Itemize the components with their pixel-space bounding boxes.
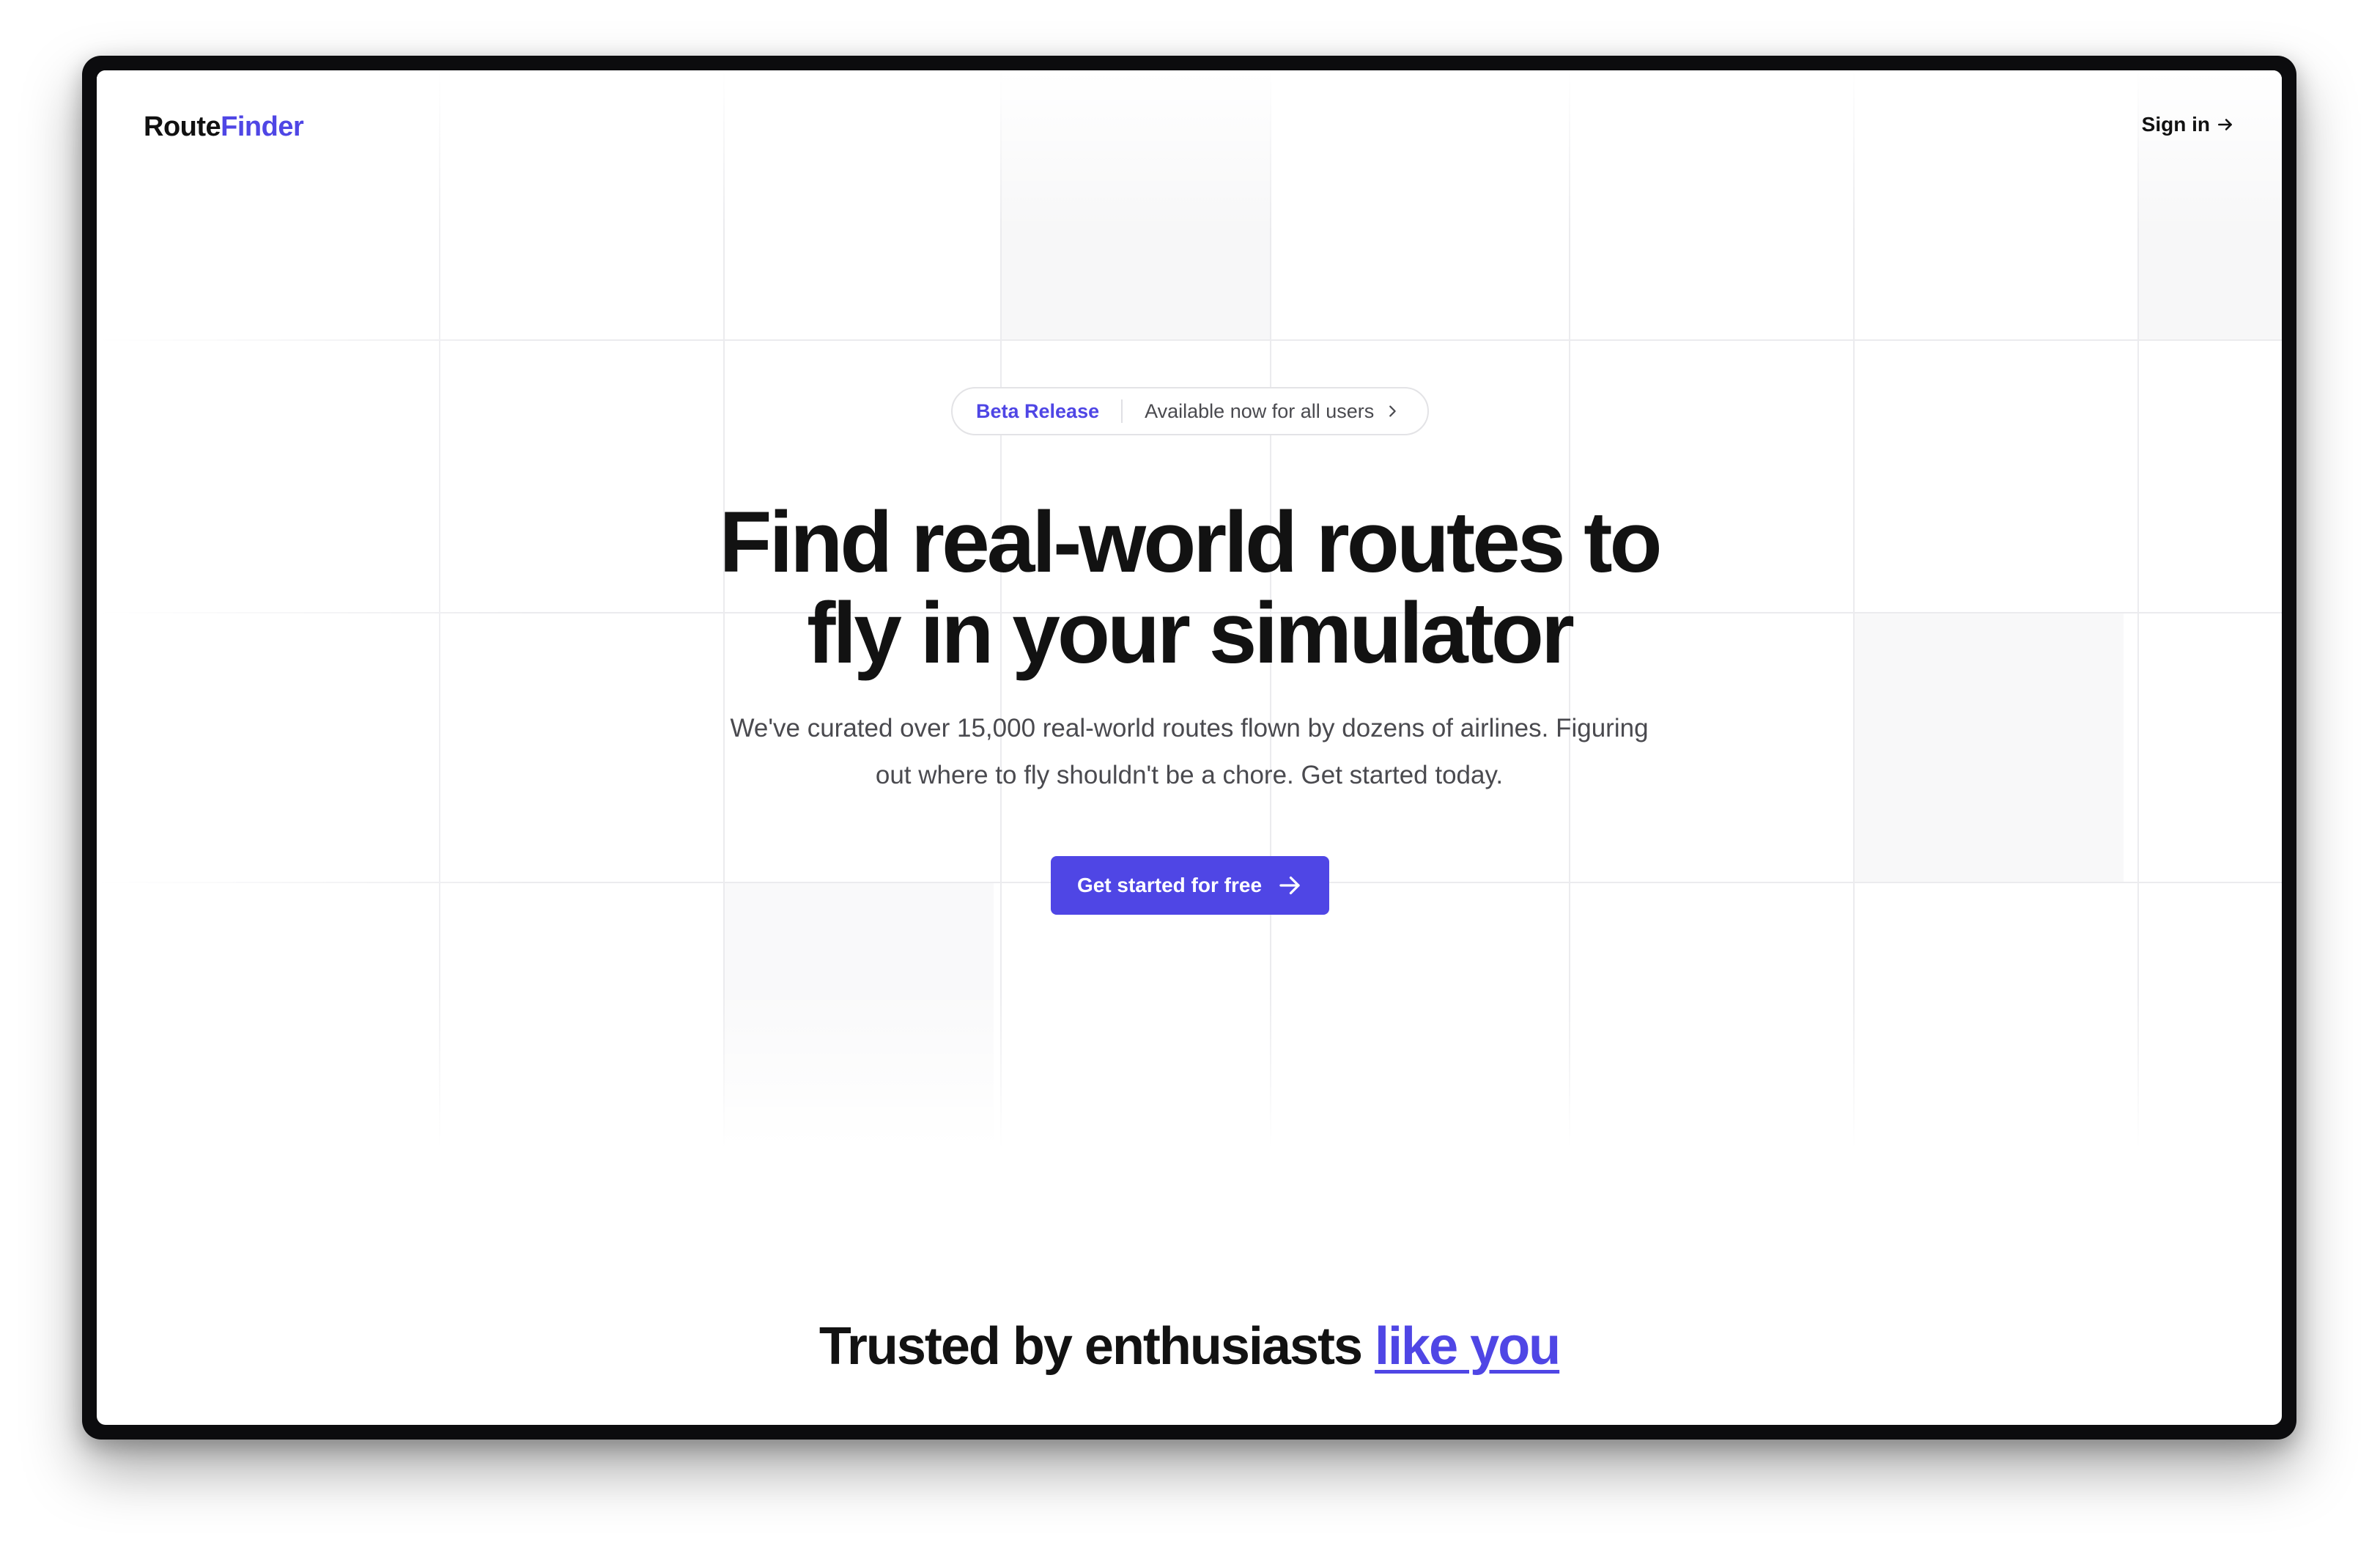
subtext-line-2: out where to fly shouldn't be a chore. G… <box>875 761 1504 789</box>
arrow-right-icon <box>1279 876 1300 895</box>
sign-in-link[interactable]: Sign in <box>2142 113 2235 136</box>
announcement-text: Available now for all users <box>1145 399 1375 422</box>
trusted-heading-text: Trusted by enthusiasts <box>818 1317 1363 1376</box>
brand-name-part2: Finder <box>221 111 304 142</box>
sign-in-label: Sign in <box>2141 113 2210 136</box>
top-navbar: RouteFinder Sign in <box>97 70 2282 180</box>
chevron-right-icon <box>1389 405 1397 417</box>
beta-badge: Beta Release <box>976 399 1100 422</box>
browser-viewport: RouteFinder Sign in Beta Release Availab… <box>97 70 2282 1425</box>
headline-line-1: Find real-world routes to <box>719 494 1662 591</box>
hero-subtext: We've curated over 15,000 real-world rou… <box>97 705 2282 799</box>
hero-headline: Find real-world routes to fly in your si… <box>97 497 2282 679</box>
like-you-link[interactable]: like you <box>1375 1317 1561 1376</box>
pill-divider <box>1121 399 1123 423</box>
trusted-heading: Trusted by enthusiasts like you <box>97 1316 2282 1376</box>
subtext-line-1: We've curated over 15,000 real-world rou… <box>730 714 1649 742</box>
arrow-right-icon <box>2218 119 2232 130</box>
get-started-label: Get started for free <box>1076 874 1263 896</box>
device-frame: RouteFinder Sign in Beta Release Availab… <box>82 56 2296 1440</box>
brand-logo[interactable]: RouteFinder <box>144 111 304 143</box>
headline-line-2: fly in your simulator <box>807 585 1575 682</box>
brand-name-part1: Route <box>144 111 221 142</box>
get-started-button[interactable]: Get started for free <box>1051 856 1329 915</box>
announcement-pill[interactable]: Beta Release Available now for all users <box>951 387 1429 435</box>
